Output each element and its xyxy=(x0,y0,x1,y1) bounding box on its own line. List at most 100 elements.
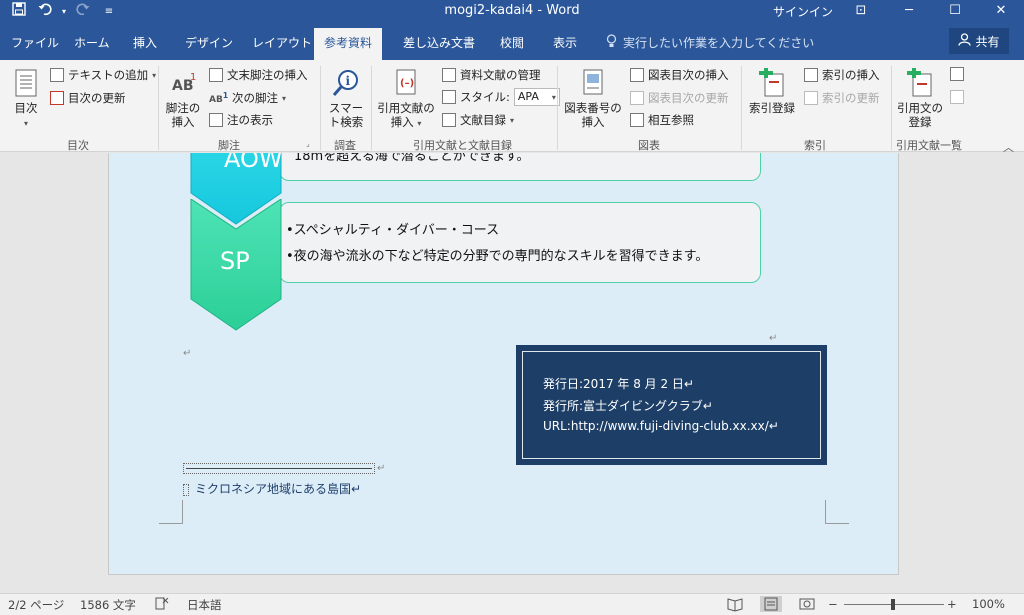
web-layout-icon[interactable] xyxy=(796,596,818,612)
tab-mailings[interactable]: 差し込み文書 xyxy=(403,34,475,51)
insert-index-icon xyxy=(804,68,818,82)
page-count[interactable]: 2/2 ページ xyxy=(8,597,64,613)
style-dropdown[interactable]: APA ▾ xyxy=(513,88,560,106)
tab-design[interactable]: デザイン xyxy=(185,34,233,51)
insert-table-of-figures-button[interactable]: 図表目次の挿入 xyxy=(630,67,729,83)
print-layout-icon[interactable] xyxy=(760,596,782,612)
group-divider xyxy=(371,66,372,150)
insert-footnote-button[interactable]: AB 1 脚注の 挿入 xyxy=(163,68,203,129)
insert-toa-button[interactable] xyxy=(950,67,964,81)
sign-in-link[interactable]: サインイン xyxy=(773,3,833,20)
chevron-down-icon: ▾ xyxy=(417,119,422,128)
insert-caption-label-1: 図表番号の xyxy=(564,101,622,115)
update-toa-button[interactable] xyxy=(950,90,964,104)
sp-label: SP xyxy=(220,247,250,275)
maximize-icon[interactable]: ☐ xyxy=(932,0,978,24)
proofing-icon[interactable] xyxy=(155,597,169,613)
mark-citation-label-1: 引用文の xyxy=(897,101,943,115)
person-icon xyxy=(958,33,972,49)
group-label-toa: 引用文献一覧 xyxy=(896,139,962,152)
manage-sources-icon xyxy=(442,68,456,82)
chevron-down-icon: ▾ xyxy=(510,115,515,125)
mark-entry-label: 索引登録 xyxy=(749,101,795,115)
tab-view[interactable]: 表示 xyxy=(553,34,577,51)
publisher-name: 発行所:富士ダイビングクラブ↵ xyxy=(543,399,713,413)
customize-icon[interactable]: ≡ xyxy=(98,2,120,22)
insert-citation-label-1: 引用文献の xyxy=(377,101,435,115)
bibliography-button[interactable]: 文献目録 ▾ xyxy=(442,112,514,128)
zoom-slider-thumb[interactable] xyxy=(891,599,895,610)
cross-reference-button[interactable]: 相互参照 xyxy=(630,112,694,128)
insert-citation-button[interactable]: (–) 引用文献の 挿入 ▾ xyxy=(376,68,436,131)
group-label-footnotes: 脚注 xyxy=(218,139,240,152)
smart-lookup-icon: i xyxy=(331,68,361,98)
paragraph-mark: ↵ xyxy=(769,333,778,344)
zoom-level[interactable]: 100% xyxy=(972,597,1005,611)
publisher-url: URL:http://www.fuji-diving-club.xx.xx/↵ xyxy=(543,419,779,433)
cross-reference-icon xyxy=(630,113,644,127)
mark-citation-button[interactable]: 引用文の 登録 xyxy=(896,68,944,129)
ribbon-display-options-icon[interactable]: ⊡ xyxy=(838,0,884,24)
zoom-in-button[interactable]: + xyxy=(947,597,957,611)
add-text-button[interactable]: テキストの追加 ▾ xyxy=(50,67,156,83)
group-label-citations: 引用文献と文献目録 xyxy=(413,139,512,152)
manage-sources-label: 資料文献の管理 xyxy=(460,68,541,82)
insert-citation-label-2: 挿入 xyxy=(390,115,414,129)
add-text-icon xyxy=(50,68,64,82)
tab-file[interactable]: ファイル xyxy=(11,34,59,51)
tab-review[interactable]: 校閲 xyxy=(500,34,524,51)
bibliography-label: 文献目録 xyxy=(460,113,506,127)
document-page[interactable]: 18mを超える海で潜ることができます。 AOW •スペシャルティ・ダイバー・コー… xyxy=(108,153,899,575)
tab-layout[interactable]: レイアウト xyxy=(252,34,312,51)
language[interactable]: 日本語 xyxy=(187,597,222,613)
toc-button[interactable]: 目次 ▾ xyxy=(9,68,43,131)
smart-lookup-button[interactable]: i スマー ト検索 xyxy=(325,68,367,129)
share-button[interactable]: 共有 xyxy=(949,28,1009,54)
mark-entry-button[interactable]: 索引登録 xyxy=(746,68,798,115)
footnote-icon: AB 1 xyxy=(168,68,198,98)
insert-citation-icon: (–) xyxy=(391,68,421,98)
insert-index-button[interactable]: 索引の挿入 xyxy=(804,67,880,83)
group-label-captions: 図表 xyxy=(638,139,660,152)
update-table-icon xyxy=(630,91,644,105)
insert-caption-button[interactable]: 図表番号の 挿入 xyxy=(562,68,624,129)
publisher-box[interactable]: 発行日:2017 年 8 月 2 日↵ 発行所:富士ダイビングクラブ↵ URL:… xyxy=(516,345,827,465)
minimize-icon[interactable]: ─ xyxy=(886,0,932,24)
undo-dropdown-icon[interactable]: ▾ xyxy=(60,2,68,22)
update-index-button[interactable]: 索引の更新 xyxy=(804,90,880,106)
save-icon[interactable] xyxy=(8,2,30,22)
sp-line-1: •スペシャルティ・ダイバー・コース xyxy=(286,223,500,238)
insert-footnote-label-2: 挿入 xyxy=(171,115,195,129)
group-label-index: 索引 xyxy=(804,139,826,152)
insert-endnote-button[interactable]: 文末脚注の挿入 xyxy=(209,67,308,83)
paragraph-mark: ↵ xyxy=(183,348,192,359)
tab-home[interactable]: ホーム xyxy=(74,34,110,51)
show-notes-button[interactable]: 注の表示 xyxy=(209,112,273,128)
word-count[interactable]: 1586 文字 xyxy=(80,597,136,613)
chevron-down-icon: ▾ xyxy=(551,93,556,102)
tab-insert[interactable]: 挿入 xyxy=(133,34,157,51)
footnote: ミクロネシア地域にある島国↵ xyxy=(183,480,361,497)
quick-access-toolbar: ▾ ≡ xyxy=(8,2,120,22)
undo-icon[interactable] xyxy=(34,2,56,22)
group-label-research: 調査 xyxy=(334,139,356,152)
show-notes-icon xyxy=(209,113,223,127)
next-footnote-button[interactable]: AB1 次の脚注 ▾ xyxy=(209,90,286,106)
tell-me-box[interactable]: 実行したい作業を入力してください xyxy=(606,34,814,51)
manage-sources-button[interactable]: 資料文献の管理 xyxy=(442,67,541,83)
group-divider xyxy=(891,66,892,150)
zoom-out-button[interactable]: − xyxy=(828,597,838,611)
insert-footnote-label-1: 脚注の xyxy=(165,101,201,115)
update-toc-button[interactable]: 目次の更新 xyxy=(50,90,126,106)
tab-references[interactable]: 参考資料 xyxy=(314,28,383,60)
share-label: 共有 xyxy=(975,34,1000,49)
update-table-of-figures-button[interactable]: 図表目次の更新 xyxy=(630,90,729,106)
dialog-launcher-icon[interactable]: ⌟ xyxy=(306,139,310,148)
redo-icon[interactable] xyxy=(72,2,94,22)
read-mode-icon[interactable] xyxy=(724,596,746,612)
close-icon[interactable]: ✕ xyxy=(978,0,1024,24)
crop-mark xyxy=(159,500,183,524)
group-divider xyxy=(557,66,558,150)
tell-me-placeholder: 実行したい作業を入力してください xyxy=(623,36,815,50)
status-bar: 2/2 ページ 1586 文字 日本語 − + 100% xyxy=(0,593,1024,615)
